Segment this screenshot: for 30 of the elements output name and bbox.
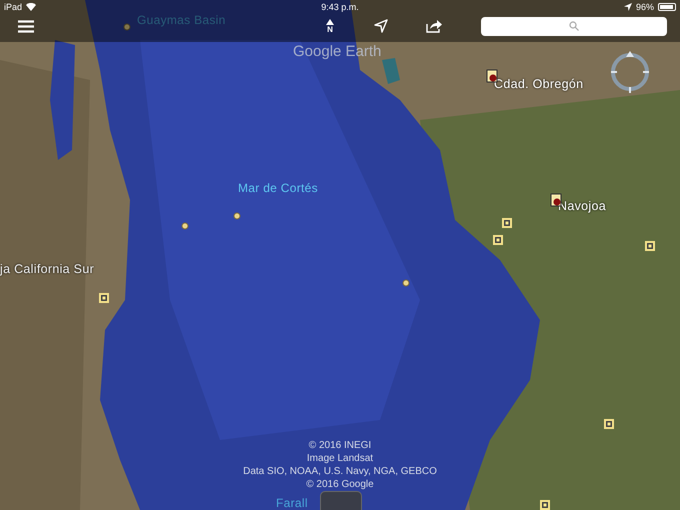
- place-label: Farall: [276, 496, 308, 510]
- share-icon[interactable]: [426, 19, 443, 33]
- square-marker-icon[interactable]: [604, 419, 614, 429]
- square-marker-icon[interactable]: [99, 293, 109, 303]
- drawer-handle[interactable]: [320, 491, 362, 510]
- square-marker-icon[interactable]: [502, 218, 512, 228]
- location-arrow-icon: [624, 3, 632, 11]
- search-icon: [569, 21, 579, 31]
- wifi-icon: [26, 3, 36, 11]
- device-name: iPad: [4, 2, 22, 12]
- place-label: Mar de Cortés: [238, 181, 318, 195]
- attribution-text: © 2016 INEGI: [308, 439, 372, 452]
- satellite-map-drawing[interactable]: [0, 0, 680, 510]
- place-label: Cdad. Obregón: [494, 77, 584, 91]
- square-marker-icon[interactable]: [540, 500, 550, 510]
- menu-icon[interactable]: [18, 20, 34, 32]
- attribution-text: Data SIO, NOAA, U.S. Navy, NGA, GEBCO: [243, 465, 437, 478]
- square-marker-icon[interactable]: [493, 235, 503, 245]
- attribution-text: Image Landsat: [306, 452, 374, 465]
- place-label: ja California Sur: [0, 262, 94, 276]
- north-button[interactable]: N: [324, 18, 336, 34]
- battery-percent: 96%: [636, 2, 654, 12]
- navigation-arrow-icon[interactable]: [374, 19, 388, 33]
- status-time: 9:43 p.m.: [321, 2, 359, 12]
- attribution-text: © 2016 Google: [306, 478, 374, 491]
- square-marker-icon[interactable]: [645, 241, 655, 251]
- search-field[interactable]: [481, 16, 667, 36]
- compass-ring-icon[interactable]: [608, 50, 652, 94]
- battery-icon: [658, 3, 676, 11]
- place-label: Guaymas Basin: [137, 13, 226, 27]
